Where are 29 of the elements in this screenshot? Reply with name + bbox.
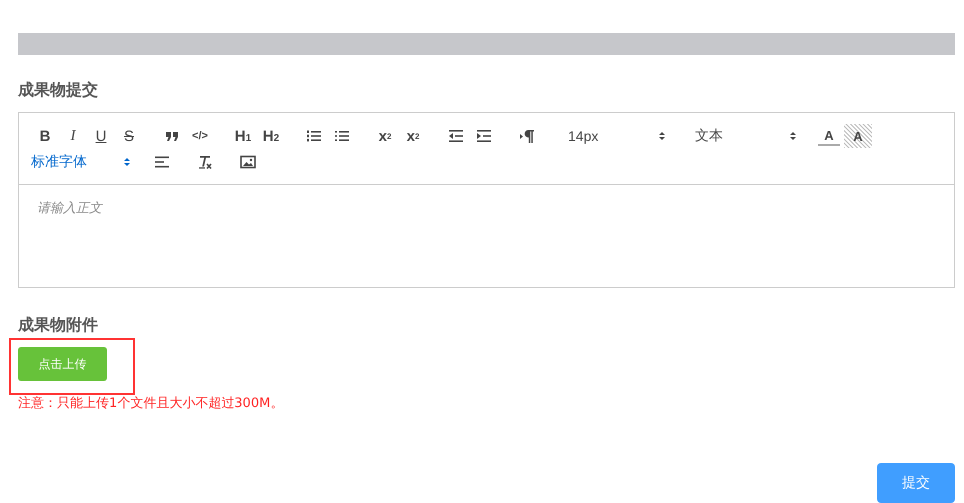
- bullet-list-icon[interactable]: [334, 129, 350, 143]
- heading-button[interactable]: H1: [229, 124, 257, 148]
- image-icon[interactable]: [240, 155, 256, 169]
- code-button[interactable]: </>: [186, 124, 214, 148]
- heading-button[interactable]: H2: [257, 124, 285, 148]
- dropdown[interactable]: 14px: [556, 124, 668, 148]
- bold-button[interactable]: B: [31, 124, 59, 148]
- sort-arrows-icon: [123, 157, 131, 167]
- background-color-button[interactable]: A: [844, 124, 872, 148]
- section-title: 成果物附件: [18, 314, 99, 336]
- sort-arrows-icon: [658, 131, 666, 141]
- text-color-button[interactable]: A: [818, 126, 840, 146]
- align-left-icon[interactable]: [154, 155, 170, 169]
- paragraph-direction-icon[interactable]: [519, 129, 535, 143]
- clear-format-icon[interactable]: [197, 155, 213, 169]
- sort-arrows-icon: [789, 131, 797, 141]
- upload-note: 注意：只能上传1个文件且大小不超过300M。: [18, 395, 284, 412]
- dropdown[interactable]: 标准字体: [31, 150, 133, 174]
- italic-button[interactable]: I: [59, 124, 87, 148]
- indent-icon[interactable]: [476, 129, 492, 143]
- text-editor-area[interactable]: 请输入正文: [18, 185, 955, 288]
- numbered-list-icon[interactable]: [306, 129, 322, 143]
- underline-button[interactable]: U: [87, 124, 115, 148]
- dropdown[interactable]: 文本: [683, 124, 799, 148]
- script-button[interactable]: x$^{2}$: [399, 124, 427, 148]
- outdent-icon[interactable]: [448, 129, 464, 143]
- quote-icon[interactable]: [164, 129, 180, 143]
- strikethrough-button[interactable]: S: [115, 124, 143, 148]
- section-title: 成果物提交: [18, 79, 99, 101]
